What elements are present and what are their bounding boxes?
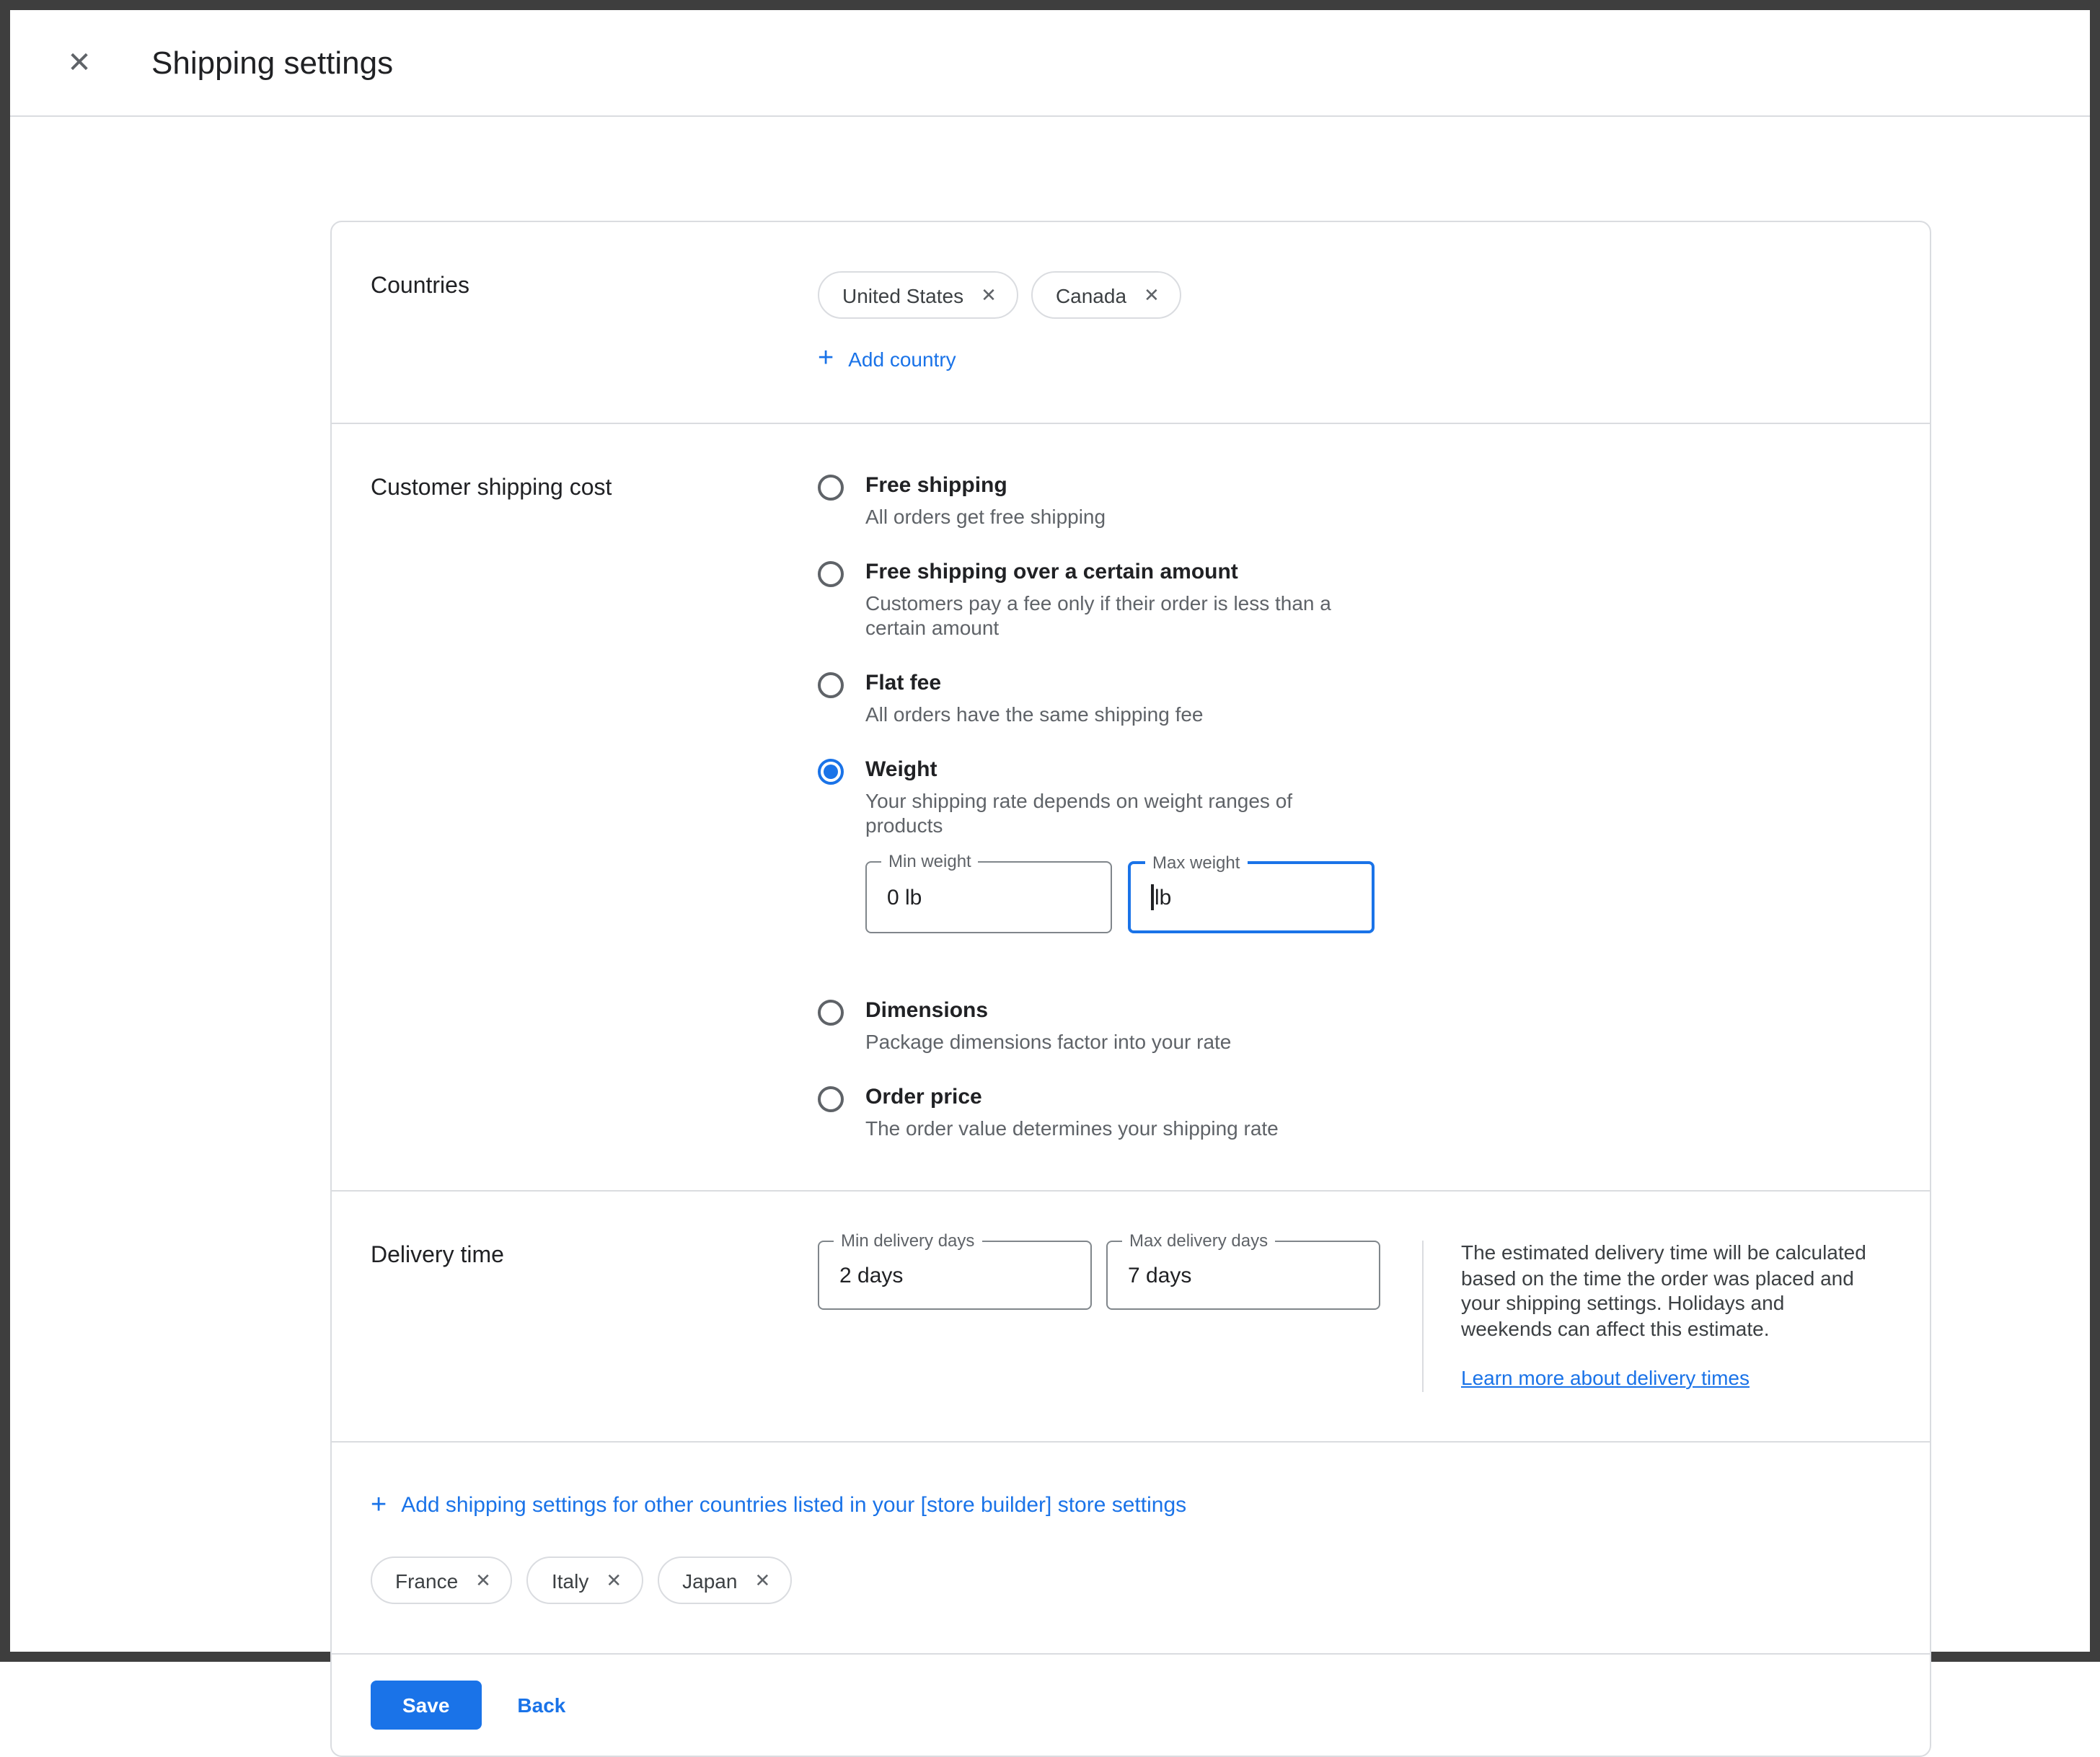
chip-italy[interactable]: Italy ✕ (527, 1556, 643, 1604)
radio-button[interactable] (818, 1000, 844, 1026)
max-weight-value: lb (1155, 885, 1171, 910)
add-other-countries-button[interactable]: + Add shipping settings for other countr… (371, 1492, 1186, 1519)
add-country-label: Add country (848, 347, 956, 370)
page-scale-wrapper: ✕ Shipping settings Countries United Sta… (0, 0, 2100, 1662)
settings-card: Countries United States ✕ Canada ✕ + (330, 221, 1931, 1757)
footer-actions: Save Back (332, 1653, 1930, 1756)
option-title: Free shipping over a certain amount (865, 560, 1363, 584)
weight-fields: Min weight 0 lb Max weight lb (865, 861, 1375, 933)
option-title: Weight (865, 757, 1375, 782)
delivery-note-text: The estimated delivery time will be calc… (1461, 1241, 1879, 1342)
chip-canada[interactable]: Canada ✕ (1031, 271, 1181, 319)
option-title: Flat fee (865, 671, 1204, 695)
remove-chip-icon[interactable]: ✕ (754, 1571, 770, 1590)
option-free-shipping[interactable]: Free shipping All orders get free shippi… (818, 473, 1891, 529)
other-countries-section: + Add shipping settings for other countr… (332, 1441, 1930, 1653)
radio-button[interactable] (818, 561, 844, 587)
countries-chips: United States ✕ Canada ✕ (818, 271, 1891, 319)
delivery-note: The estimated delivery time will be calc… (1422, 1241, 1891, 1392)
option-flat-fee[interactable]: Flat fee All orders have the same shippi… (818, 671, 1891, 727)
chip-label: Canada (1056, 283, 1126, 307)
delivery-fields: Min delivery days 2 days Max delivery da… (818, 1241, 1422, 1392)
chip-label: Italy (552, 1569, 588, 1592)
remove-chip-icon[interactable]: ✕ (1144, 286, 1160, 304)
max-weight-label: Max weight (1145, 853, 1247, 873)
min-delivery-days-value: 2 days (839, 1263, 903, 1287)
option-description: Package dimensions factor into your rate (865, 1030, 1231, 1054)
option-free-over-amount[interactable]: Free shipping over a certain amount Cust… (818, 560, 1891, 640)
radio-button-selected[interactable] (818, 759, 844, 785)
add-other-countries-label: Add shipping settings for other countrie… (401, 1493, 1186, 1518)
radio-button[interactable] (818, 475, 844, 501)
plus-icon: + (818, 345, 834, 372)
max-delivery-days-field[interactable]: Max delivery days 7 days (1106, 1241, 1380, 1310)
option-title: Free shipping (865, 473, 1106, 498)
option-weight[interactable]: Weight Your shipping rate depends on wei… (818, 757, 1891, 968)
other-countries-chips: France ✕ Italy ✕ Japan ✕ (371, 1556, 1891, 1604)
chip-france[interactable]: France ✕ (371, 1556, 513, 1604)
chip-label: France (395, 1569, 458, 1592)
remove-chip-icon[interactable]: ✕ (981, 286, 997, 304)
remove-chip-icon[interactable]: ✕ (475, 1571, 491, 1590)
plus-icon: + (371, 1492, 387, 1519)
countries-section: Countries United States ✕ Canada ✕ + (332, 222, 1930, 423)
option-description: The order value determines your shipping… (865, 1117, 1279, 1141)
min-delivery-days-label: Min delivery days (834, 1230, 981, 1251)
countries-label: Countries (371, 271, 818, 374)
learn-more-link[interactable]: Learn more about delivery times (1461, 1366, 1750, 1389)
page-title: Shipping settings (151, 44, 393, 82)
min-delivery-days-field[interactable]: Min delivery days 2 days (818, 1241, 1092, 1310)
delivery-time-section: Delivery time Min delivery days 2 days M… (332, 1190, 1930, 1441)
chip-united-states[interactable]: United States ✕ (818, 271, 1018, 319)
max-weight-field[interactable]: Max weight lb (1128, 861, 1375, 933)
chip-label: United States (842, 283, 963, 307)
option-description: Your shipping rate depends on weight ran… (865, 789, 1363, 838)
option-title: Dimensions (865, 998, 1231, 1023)
min-weight-label: Min weight (881, 851, 979, 871)
min-weight-field[interactable]: Min weight 0 lb (865, 861, 1112, 933)
dialog-frame: ✕ Shipping settings Countries United Sta… (0, 0, 2100, 1662)
shipping-cost-label: Customer shipping cost (371, 473, 818, 1141)
min-weight-value: 0 lb (887, 885, 922, 910)
delivery-time-label: Delivery time (371, 1241, 818, 1392)
close-icon[interactable]: ✕ (59, 45, 100, 81)
radio-button[interactable] (818, 1086, 844, 1112)
option-title: Order price (865, 1085, 1279, 1109)
radio-button[interactable] (818, 672, 844, 698)
chip-japan[interactable]: Japan ✕ (658, 1556, 792, 1604)
max-delivery-days-value: 7 days (1128, 1263, 1191, 1287)
add-country-button[interactable]: + Add country (818, 345, 956, 372)
dialog-header: ✕ Shipping settings (10, 10, 2090, 117)
max-delivery-days-label: Max delivery days (1122, 1230, 1275, 1251)
option-description: Customers pay a fee only if their order … (865, 591, 1363, 640)
chip-label: Japan (682, 1569, 737, 1592)
back-button[interactable]: Back (517, 1694, 565, 1717)
text-cursor (1151, 884, 1153, 910)
option-order-price[interactable]: Order price The order value determines y… (818, 1085, 1891, 1141)
option-description: All orders get free shipping (865, 505, 1106, 529)
option-dimensions[interactable]: Dimensions Package dimensions factor int… (818, 998, 1891, 1054)
shipping-cost-section: Customer shipping cost Free shipping All… (332, 423, 1930, 1190)
option-description: All orders have the same shipping fee (865, 703, 1204, 727)
save-button[interactable]: Save (371, 1681, 481, 1730)
remove-chip-icon[interactable]: ✕ (606, 1571, 622, 1590)
